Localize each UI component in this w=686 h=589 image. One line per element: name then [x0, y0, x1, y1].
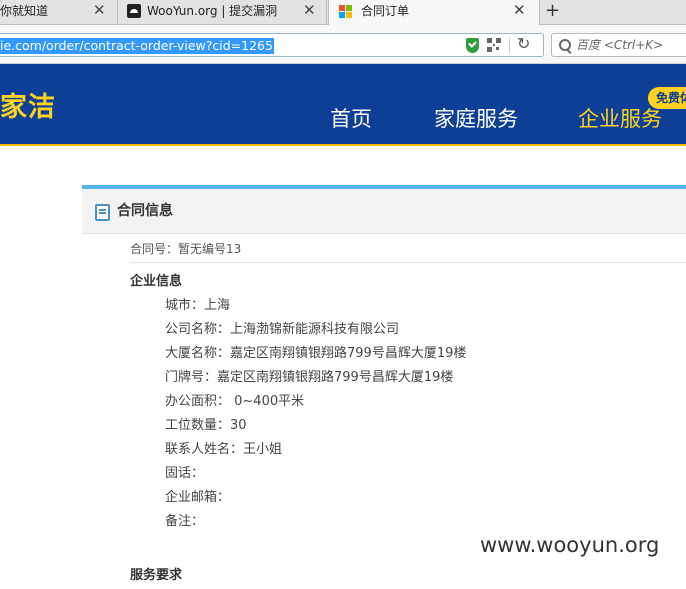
- tab-title: WooYun.org | 提交漏洞: [147, 4, 278, 18]
- close-icon[interactable]: ✕: [513, 0, 526, 21]
- browser-tab-bar: 你就知道 ✕ WooYun.org | 提交漏洞 ✕ 合同订单 ✕ +: [0, 0, 686, 25]
- close-icon[interactable]: ✕: [93, 0, 106, 21]
- url-text[interactable]: ie.com/order/contract-order-view?cid=126…: [0, 38, 274, 54]
- field-workstations: 工位数量：30: [165, 418, 247, 433]
- field-city: 城市：上海: [165, 298, 231, 313]
- field-contact-name: 联系人姓名：王小姐: [165, 442, 283, 457]
- free-trial-badge[interactable]: 免费体: [648, 87, 686, 109]
- document-icon: [95, 204, 110, 221]
- shield-icon[interactable]: [466, 38, 479, 53]
- field-company-email: 企业邮箱：: [165, 490, 231, 505]
- search-box[interactable]: [551, 33, 686, 57]
- watermark: www.wooyun.org: [480, 533, 660, 557]
- nav-item-home[interactable]: 首页: [330, 106, 372, 132]
- field-company-name: 公司名称：上海渤锦新能源科技有限公司: [165, 322, 400, 337]
- section-title-service-requirements: 服务要求: [130, 568, 183, 583]
- section-title-enterprise-info: 企业信息: [130, 274, 183, 289]
- field-office-area: 办公面积： 0~400平米: [165, 394, 305, 409]
- contract-panel: 合同信息 合同号：暂无编号13 企业信息 城市：上海 公司名称：上海渤锦新能源科…: [82, 185, 686, 589]
- field-building-name: 大厦名称：嘉定区南翔镇银翔路799号昌辉大厦19楼: [165, 346, 467, 361]
- new-tab-button[interactable]: +: [545, 0, 560, 22]
- browser-navigation-bar: ie.com/order/contract-order-view?cid=126…: [0, 25, 686, 64]
- search-input[interactable]: [576, 37, 686, 53]
- url-bar[interactable]: ie.com/order/contract-order-view?cid=126…: [0, 33, 544, 57]
- site-header: 家洁 首页 家庭服务 企业服务 免费体: [0, 64, 686, 146]
- tab-title: 你就知道: [0, 4, 49, 18]
- search-icon[interactable]: [559, 39, 571, 51]
- divider: [509, 37, 510, 53]
- nav-item-home-service[interactable]: 家庭服务: [434, 106, 518, 132]
- contract-number: 合同号：暂无编号13: [130, 242, 242, 256]
- browser-tab-active[interactable]: 合同订单 ✕: [328, 0, 540, 25]
- windows-favicon-icon: [339, 5, 352, 18]
- tab-title: 合同订单: [361, 4, 410, 18]
- panel-title: 合同信息: [117, 203, 173, 219]
- field-landline: 固话：: [165, 466, 205, 481]
- close-icon[interactable]: ✕: [303, 0, 316, 21]
- qr-code-icon[interactable]: [487, 38, 501, 52]
- site-logo[interactable]: 家洁: [0, 92, 56, 124]
- field-remarks: 备注：: [165, 514, 205, 529]
- wooyun-favicon-icon: [127, 4, 141, 18]
- field-door-number: 门牌号：嘉定区南翔镇银翔路799号昌辉大厦19楼: [165, 370, 454, 385]
- reload-icon[interactable]: ↻: [517, 33, 530, 55]
- panel-header: 合同信息: [82, 189, 686, 234]
- divider: [130, 262, 686, 263]
- browser-tab-1[interactable]: 你就知道 ✕: [0, 0, 118, 24]
- nav-item-enterprise-service[interactable]: 企业服务: [578, 106, 662, 132]
- browser-tab-2[interactable]: WooYun.org | 提交漏洞 ✕: [119, 0, 327, 24]
